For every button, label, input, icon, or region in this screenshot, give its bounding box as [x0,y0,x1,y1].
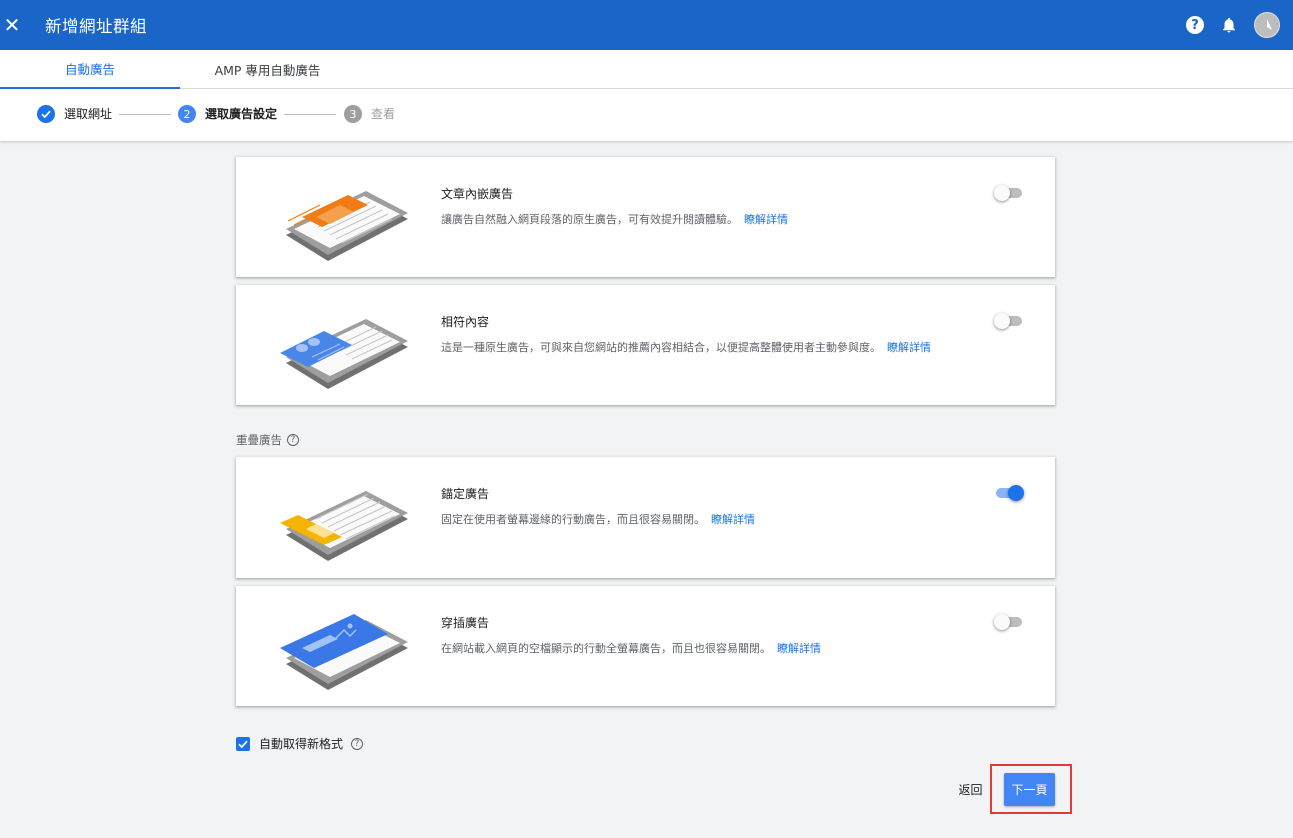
user-icon [1267,19,1272,30]
page-title: 新增網址群組 [45,17,147,36]
ad-format-card-in-article: 文章內嵌廣告 讓廣告自然融入網頁段落的原生廣告，可有效提升閱讀體驗。 瞭解詳情 [236,157,1055,277]
card-description: 這是一種原生廣告，可與來自您網站的推薦內容相結合，以便提高整體使用者主動參與度。… [441,339,931,355]
card-description: 在網站載入網頁的空檔顯示的行動全螢幕廣告，而且也很容易關閉。 瞭解詳情 [441,640,821,656]
card-title: 相符內容 [441,315,490,329]
learn-more-link[interactable]: 瞭解詳情 [711,513,755,526]
card-title: 文章內嵌廣告 [441,187,514,201]
card-description: 讓廣告自然融入網頁段落的原生廣告，可有效提升閱讀體驗。 瞭解詳情 [441,211,788,227]
in-article-ad-illustration [286,191,408,261]
stepper: 選取網址 2 選取廣告設定 3 查看 [0,89,1293,141]
learn-more-link[interactable]: 瞭解詳情 [887,341,931,354]
help-icon[interactable]: ? [1186,16,1204,34]
matched-content-toggle[interactable] [994,313,1024,329]
account-avatar[interactable] [1254,12,1280,38]
ad-format-card-vignette: 穿插廣告 在網站載入網頁的空檔顯示的行動全螢幕廣告，而且也很容易關閉。 瞭解詳情 [236,586,1055,706]
in-article-toggle[interactable] [994,185,1024,201]
help-icon[interactable]: ? [287,434,299,446]
step-complete-check-icon [37,105,55,123]
description-text: 這是一種原生廣告，可與來自您網站的推薦內容相結合，以便提高整體使用者主動參與度。 [441,341,881,354]
app-bar: ✕ 新增網址群組 ? [0,0,1293,50]
auto-new-formats-label: 自動取得新格式 [259,737,344,751]
ad-format-card-matched-content: 相符內容 這是一種原生廣告，可與來自您網站的推薦內容相結合，以便提高整體使用者主… [236,285,1055,405]
card-title: 錨定廣告 [441,487,490,501]
step-3-number: 3 [344,105,362,123]
notifications-bell-icon[interactable] [1220,16,1238,34]
step-connector [284,114,336,115]
step-1-label: 選取網址 [64,107,113,121]
tab-amp-auto-ads[interactable]: AMP 專用自動廣告 [180,50,355,89]
tab-auto-ads[interactable]: 自動廣告 [0,50,180,89]
step-2-label: 選取廣告設定 [205,107,278,121]
step-connector [119,114,171,115]
card-description: 固定在使用者螢幕邊緣的行動廣告，而且很容易關閉。 瞭解詳情 [441,511,755,527]
help-icon[interactable]: ? [351,737,364,750]
description-text: 在網站載入網頁的空檔顯示的行動全螢幕廣告，而且也很容易關閉。 [441,642,771,655]
ad-format-card-anchor: 錨定廣告 固定在使用者螢幕邊緣的行動廣告，而且很容易關閉。 瞭解詳情 [236,457,1055,578]
learn-more-link[interactable]: 瞭解詳情 [777,642,821,655]
anchor-ad-illustration [280,491,408,561]
vignette-ads-toggle[interactable] [994,614,1024,630]
check-icon [238,740,248,748]
close-icon[interactable]: ✕ [1,13,23,37]
auto-new-formats-checkbox[interactable] [236,736,250,751]
auto-new-formats-row: 自動取得新格式 ? [236,735,364,752]
step-2-number: 2 [178,105,196,123]
vignette-ad-illustration [280,614,408,690]
section-label-text: 重疊廣告 [236,433,282,447]
anchor-ads-toggle[interactable] [994,485,1024,501]
card-title: 穿插廣告 [441,616,490,630]
description-text: 讓廣告自然融入網頁段落的原生廣告，可有效提升閱讀體驗。 [441,213,738,226]
next-button[interactable]: 下一頁 [1004,773,1055,806]
appbar-actions: ? [1186,12,1280,38]
description-text: 固定在使用者螢幕邊緣的行動廣告，而且很容易關閉。 [441,513,705,526]
overlay-ads-section-label: 重疊廣告 ? [236,432,299,448]
back-button[interactable]: 返回 [953,779,988,799]
tab-bar: 自動廣告 AMP 專用自動廣告 [0,50,1293,89]
step-3-label: 查看 [371,107,396,121]
learn-more-link[interactable]: 瞭解詳情 [744,213,788,226]
matched-content-illustration [280,319,408,389]
